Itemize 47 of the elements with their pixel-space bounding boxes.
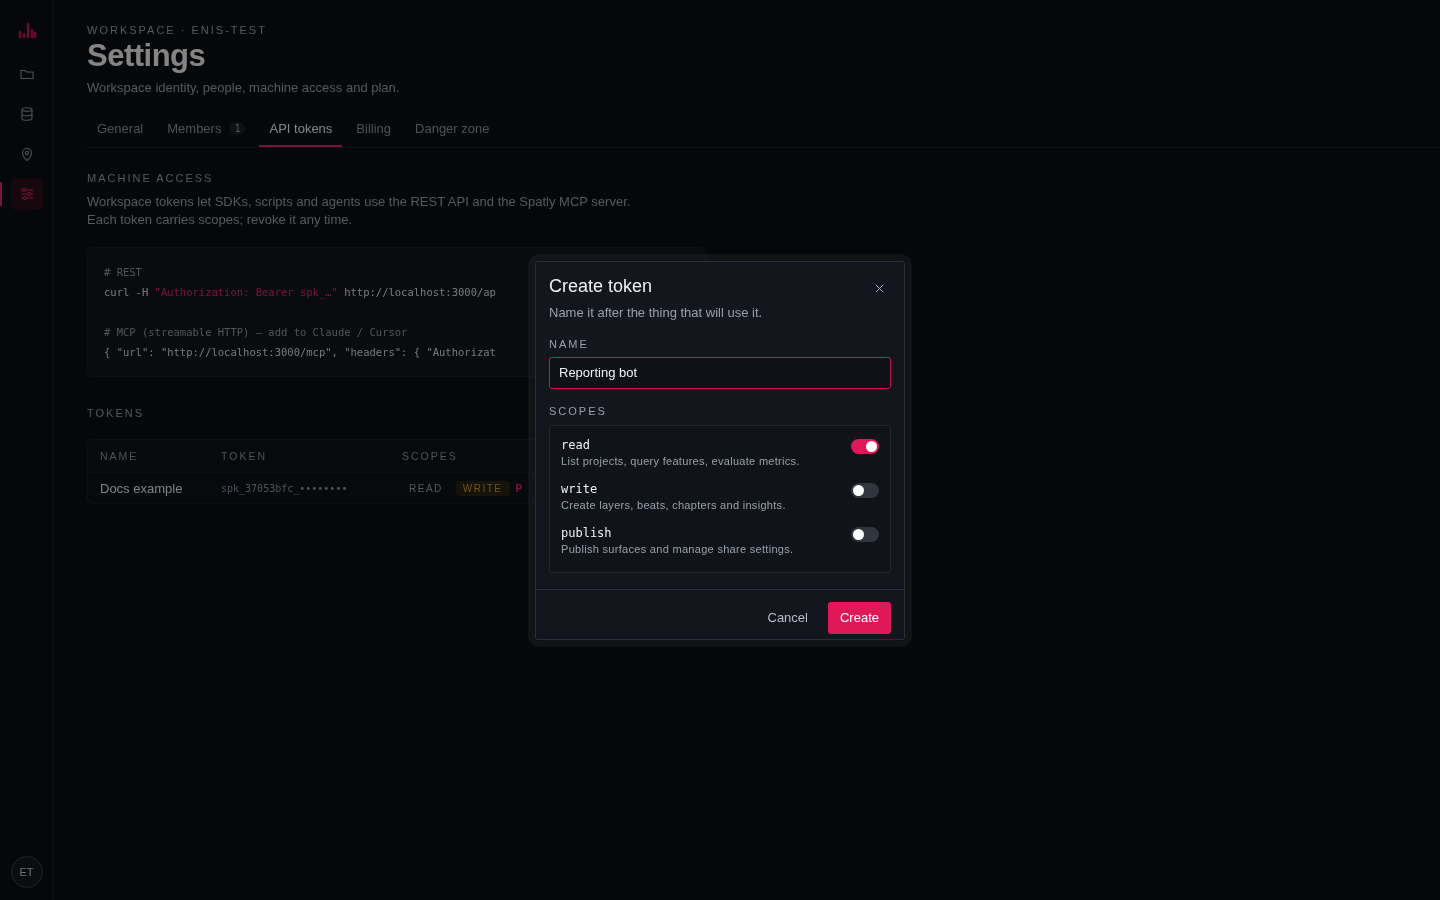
tab[interactable]: API tokens — [259, 113, 343, 147]
database-icon — [18, 106, 35, 122]
toggle-switch[interactable] — [851, 482, 879, 498]
toggle-switch[interactable] — [851, 438, 879, 454]
scope-description: Publish surfaces and manage share settings. — [561, 542, 794, 555]
dialog-subtitle: Name it after the thing that will use it. — [549, 304, 764, 320]
section-description: Workspace tokens let SDKs, scripts and agents use the REST API and the Spatly MCP server. Each token carries scopes; revoke it any time. — [87, 193, 632, 229]
column-header: SCOPES — [402, 450, 458, 462]
scope-description: Create layers, beats, chapters and insights. — [561, 498, 786, 511]
token-value: spk_37053bfc_•••••••• — [221, 482, 349, 494]
cancel-button[interactable]: Cancel — [755, 601, 820, 634]
tab[interactable]: General — [87, 113, 154, 147]
code-text: curl -H — [104, 286, 150, 298]
column-header: NAME — [100, 450, 140, 462]
scope-name: read — [561, 437, 591, 452]
section-heading: TOKENS — [87, 407, 145, 419]
page-subtitle: Workspace identity, people, machine access and plan. — [87, 80, 401, 95]
scope-name: write — [561, 481, 599, 496]
code-comment: # MCP (streamable HTTP) — add to Claude / Cursor — [104, 326, 408, 338]
tab[interactable]: Danger zone — [405, 113, 500, 147]
column-header: TOKEN — [221, 450, 268, 462]
scope-tag: WRITE — [455, 480, 510, 496]
field-label: NAME — [549, 337, 590, 350]
code-text: { "url": "http://localhost:3000/mcp", "headers": { "Authorizat — [104, 346, 496, 358]
close-icon — [875, 283, 884, 293]
scope-tag: READ — [402, 480, 450, 496]
dialog-title: Create token — [549, 275, 653, 297]
tab[interactable]: Members 1 — [157, 113, 256, 147]
scope-description: List projects, query features, evaluate metrics. — [561, 454, 800, 467]
code-text: http://localhost:3000/ap — [343, 286, 496, 298]
user-avatar[interactable]: ET — [10, 856, 43, 888]
toggle-switch[interactable] — [851, 526, 879, 542]
code-string: "Authorization: Bearer spk_…" — [154, 286, 338, 298]
create-button[interactable]: Create — [827, 601, 891, 634]
code-comment: # REST — [104, 266, 142, 278]
token-name: Docs example — [100, 480, 184, 496]
section-heading: MACHINE ACCESS — [87, 172, 214, 184]
field-label: SCOPES — [549, 404, 608, 417]
page-title: Settings — [87, 38, 207, 74]
scope-name: publish — [561, 525, 613, 540]
logo-icon — [16, 20, 37, 40]
breadcrumb: WORKSPACE · ENIS-TEST — [87, 24, 268, 36]
scope-tag: P — [515, 480, 524, 496]
tab[interactable]: Billing — [346, 113, 402, 147]
sliders-icon — [18, 186, 35, 202]
count-badge: 1 — [229, 122, 246, 135]
name-input[interactable]: Reporting bot — [549, 356, 891, 389]
